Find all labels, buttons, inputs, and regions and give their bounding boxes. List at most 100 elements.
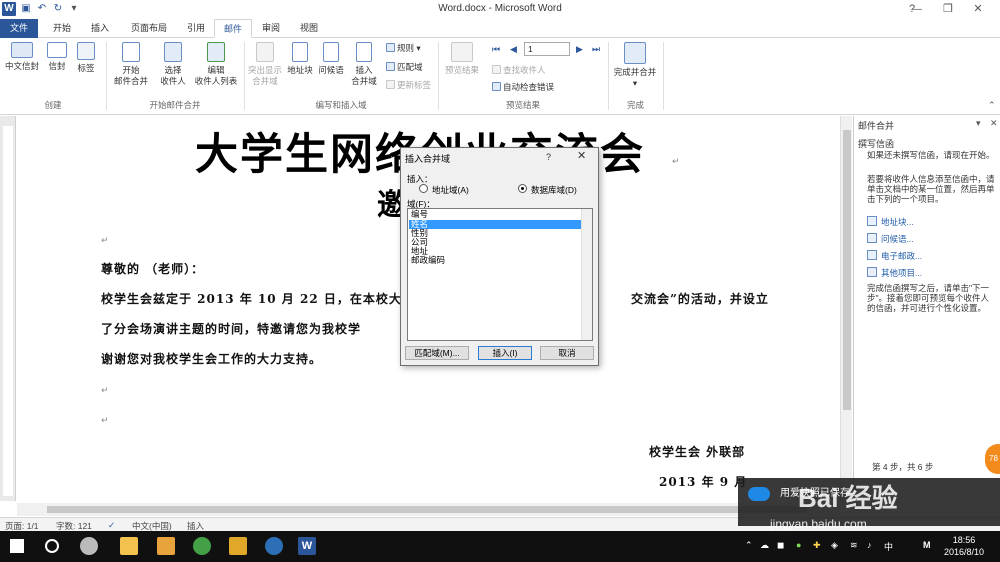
tab-mailings[interactable]: 邮件 <box>214 19 252 38</box>
list-item[interactable]: 邮政编码 <box>409 256 581 265</box>
fan-app-icon[interactable] <box>80 537 98 555</box>
search-icon[interactable] <box>45 539 59 553</box>
word-taskbar-icon[interactable]: W <box>298 537 316 555</box>
restore-button[interactable]: ❐ <box>933 0 963 19</box>
horizontal-scrollbar[interactable] <box>17 503 840 516</box>
match-fields-button[interactable]: 匹配域 <box>386 62 423 73</box>
title-bar: W ▣ ↶ ↻ ▾ Word.docx - Microsoft Word ? —… <box>0 0 1000 19</box>
start-icon[interactable] <box>10 539 24 553</box>
list-scrollbar[interactable] <box>581 209 592 340</box>
help-icon[interactable]: ? <box>546 152 551 162</box>
previous-record-icon[interactable]: ◀ <box>510 44 517 55</box>
match-fields-button[interactable]: 匹配域(M)... <box>405 346 469 360</box>
green-app-icon[interactable] <box>193 537 211 555</box>
auto-check-errors-button[interactable]: 自动检查错误 <box>492 82 554 93</box>
database-field-radio[interactable] <box>518 184 527 193</box>
first-record-icon[interactable]: ⏮ <box>492 44 500 55</box>
game-app-icon[interactable] <box>229 537 247 555</box>
pane-link-greeting[interactable]: 问候语... <box>881 233 914 245</box>
tab-page-layout[interactable]: 页面布局 <box>122 19 176 38</box>
tab-insert[interactable]: 插入 <box>82 19 118 38</box>
start-mail-merge-button[interactable]: 开始 邮件合并 <box>109 42 153 87</box>
tray-green-icon[interactable]: ● <box>796 540 801 550</box>
highlight-merge-fields-button[interactable]: 突出显示 合并域 <box>246 42 284 87</box>
tray-app-icon[interactable]: ◼ <box>777 540 784 551</box>
labels-label: 标签 <box>77 63 95 73</box>
start-label: 开始 <box>122 65 140 75</box>
file-explorer-icon[interactable] <box>120 537 138 555</box>
write-insert-group-label: 编写和插入域 <box>315 100 367 110</box>
dialog-title: 插入合并域 <box>405 154 451 164</box>
list-item-selected[interactable]: 姓名 <box>409 220 581 229</box>
record-number-input[interactable]: 1 <box>524 42 570 56</box>
volume-icon[interactable]: ♪ <box>867 540 872 550</box>
pane-link-postage[interactable]: 电子邮政... <box>881 250 922 262</box>
paragraph-mark: ↵ <box>101 235 109 245</box>
labels-button[interactable]: 标签 <box>73 42 99 74</box>
tab-home[interactable]: 开始 <box>44 19 80 38</box>
edit-recipient-list-button[interactable]: 编辑 收件人列表 <box>193 42 239 87</box>
merge-field-label: 合并域 <box>252 76 278 86</box>
tab-view[interactable]: 视图 <box>291 19 327 38</box>
more-items-icon <box>867 267 877 277</box>
address-field-radio[interactable] <box>419 184 428 193</box>
list-item[interactable]: 公司 <box>409 238 581 247</box>
list-item[interactable]: 编号 <box>409 210 581 219</box>
chinese-envelope-button[interactable]: 中文信封 <box>3 42 41 72</box>
pane-link-more-items[interactable]: 其他项目... <box>881 267 922 279</box>
select-recipients-button[interactable]: 选择 收件人 <box>153 42 193 87</box>
finish-group-label: 完成 <box>626 100 644 110</box>
ime-icon[interactable]: 中 <box>884 540 893 553</box>
cloud-tray-icon[interactable]: ☁ <box>760 540 769 551</box>
pane-close-icon[interactable]: ✕ <box>990 118 998 129</box>
vertical-scrollbar[interactable] <box>840 116 852 502</box>
clock[interactable]: 18:56 2016/8/10 <box>944 534 984 558</box>
close-button[interactable]: ✕ <box>963 0 993 19</box>
insert-button[interactable]: 插入(I) <box>478 346 532 360</box>
find-recipient-button[interactable]: 查找收件人 <box>492 65 546 76</box>
find-recipient-label: 查找收件人 <box>503 65 546 75</box>
tray-app-icon[interactable]: ◈ <box>831 540 838 551</box>
preview-results-button[interactable]: 预览结果 <box>442 42 482 76</box>
paragraph-mark: ↵ <box>672 156 680 166</box>
pane-intro: 如果还未撰写信函，请现在开始。 <box>867 150 995 160</box>
tray-yellow-icon[interactable]: ✚ <box>813 540 821 551</box>
tab-file[interactable]: 文件 <box>0 19 38 38</box>
collapse-ribbon-icon[interactable]: ⌃ <box>988 100 996 111</box>
globe-app-icon[interactable] <box>265 537 283 555</box>
finish-merge-button[interactable]: 完成并合并 ▾ <box>611 42 659 89</box>
pane-link-address-block[interactable]: 地址块... <box>881 216 914 228</box>
update-labels-button[interactable]: 更新标签 <box>386 80 431 91</box>
proofing-icon[interactable]: ✓ <box>108 520 115 531</box>
highlight-icon <box>256 42 274 62</box>
recipients-label: 收件人 <box>160 76 186 86</box>
tray-expand-icon[interactable]: ⌃ <box>745 540 753 551</box>
edit-label: 编辑 <box>207 65 225 75</box>
floating-badge[interactable]: 78 <box>985 444 1000 474</box>
cancel-button[interactable]: 取消 <box>540 346 594 360</box>
rules-button[interactable]: 规则 ▾ <box>386 43 421 54</box>
package-app-icon[interactable] <box>157 537 175 555</box>
preview-results-label: 预览结果 <box>444 65 479 75</box>
envelope-button[interactable]: 信封 <box>44 42 70 72</box>
list-item[interactable]: 性别 <box>409 229 581 238</box>
greeting-line-button[interactable]: 问候语 <box>316 42 346 76</box>
date-line: 2013 年 9 月 <box>659 475 748 489</box>
minimize-button[interactable]: — <box>902 0 932 19</box>
ime-mode-icon[interactable]: M <box>923 540 931 550</box>
rules-icon <box>386 43 395 52</box>
labels-icon <box>77 42 95 60</box>
address-block-button[interactable]: 地址块 <box>285 42 315 76</box>
update-labels-icon <box>386 80 395 89</box>
insert-merge-field-button[interactable]: 插入 合并域 <box>347 42 381 87</box>
tab-review[interactable]: 审阅 <box>253 19 289 38</box>
tab-references[interactable]: 引用 <box>178 19 214 38</box>
wifi-icon[interactable]: ≋ <box>850 540 858 551</box>
create-group-label: 创建 <box>44 100 62 110</box>
next-record-icon[interactable]: ▶ <box>576 44 583 55</box>
recipient-list-label: 收件人列表 <box>194 76 238 86</box>
fields-list[interactable]: 编号 姓名 性别 公司 地址 邮政编码 <box>407 208 593 341</box>
pane-options-icon[interactable]: ▾ <box>976 118 981 129</box>
dialog-close-icon[interactable]: ✕ <box>577 149 586 162</box>
last-record-icon[interactable]: ⏭ <box>592 44 600 55</box>
